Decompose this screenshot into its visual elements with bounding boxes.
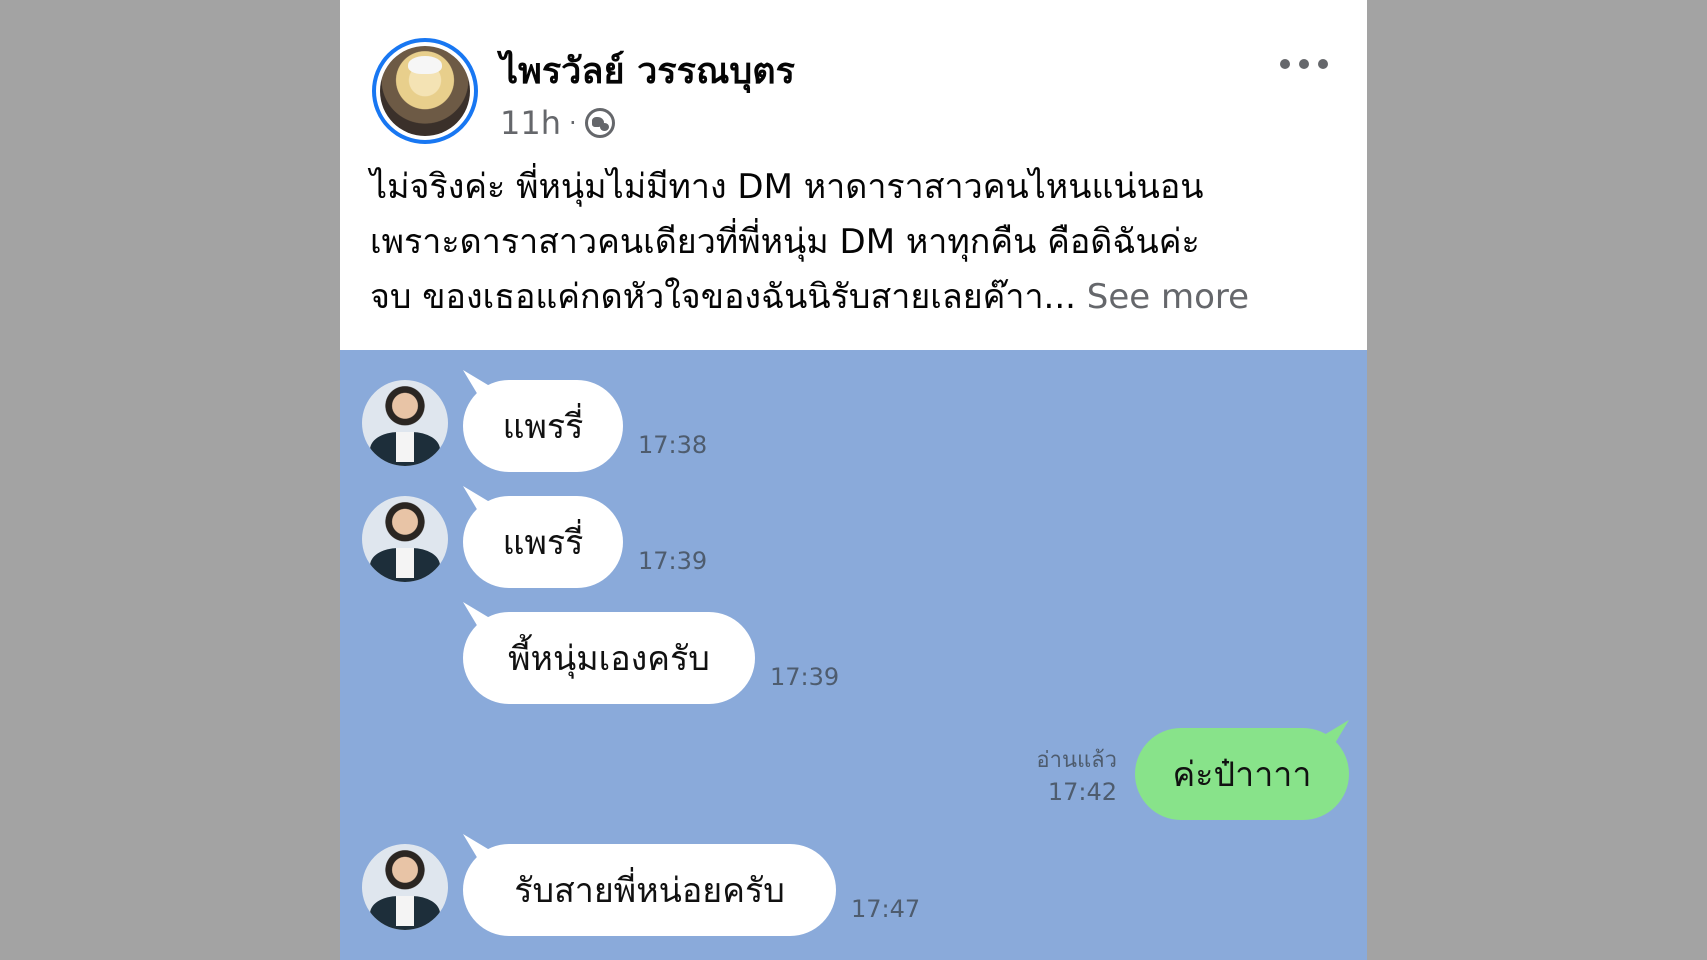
incoming-message: แพรรี่ [463, 496, 623, 588]
message-time: 17:47 [851, 895, 921, 923]
message-time: 17:42 [1047, 778, 1117, 806]
read-receipt: อ่านแล้ว [1036, 748, 1117, 773]
contact-avatar [362, 496, 448, 582]
globe-icon [584, 108, 615, 138]
outgoing-message: ค่ะป๋าาาา [1135, 728, 1349, 820]
author-name[interactable]: ไพรวัลย์ วรรณบุตร [500, 42, 795, 99]
message-time: 17:39 [770, 663, 840, 691]
incoming-message: รับสายพี่หน่อยครับ [463, 844, 836, 936]
post-header: ไพรวัลย์ วรรณบุตร 11h · ไม่จริงค่ะ พี่หน… [340, 0, 1367, 350]
post-text: ไม่จริงค่ะ พี่หนุ่มไม่มีทาง DM หาดาราสาว… [370, 160, 1330, 325]
contact-avatar [362, 844, 448, 930]
facebook-post: ไพรวัลย์ วรรณบุตร 11h · ไม่จริงค่ะ พี่หน… [340, 0, 1367, 960]
post-meta: 11h · [500, 104, 615, 142]
post-time[interactable]: 11h [500, 104, 561, 142]
incoming-message: แพรรี่ [463, 380, 623, 472]
more-dots-icon [1280, 59, 1290, 69]
chat-screenshot: แพรรี่ 17:38 แพรรี่ 17:39 พี้หนุ่มเองครั… [340, 350, 1367, 960]
author-avatar-image [380, 46, 470, 136]
contact-avatar [362, 380, 448, 466]
post-text-line: เพราะดาราสาวคนเดียวที่พี่หนุ่ม DM หาทุกค… [370, 222, 1200, 262]
post-text-line: จบ ของเธอแค่กดหัวใจของฉันนิรับสายเลยค๊าา… [370, 277, 1250, 317]
see-more-link[interactable]: See more [1087, 277, 1249, 317]
incoming-message: พี้หนุ่มเองครับ [463, 612, 755, 704]
more-options-button[interactable] [1280, 52, 1328, 76]
post-text-line: ไม่จริงค่ะ พี่หนุ่มไม่มีทาง DM หาดาราสาว… [370, 167, 1204, 207]
message-time: 17:38 [638, 431, 708, 459]
meta-separator: · [569, 109, 577, 137]
author-avatar[interactable] [372, 38, 478, 144]
message-time: 17:39 [638, 547, 708, 575]
